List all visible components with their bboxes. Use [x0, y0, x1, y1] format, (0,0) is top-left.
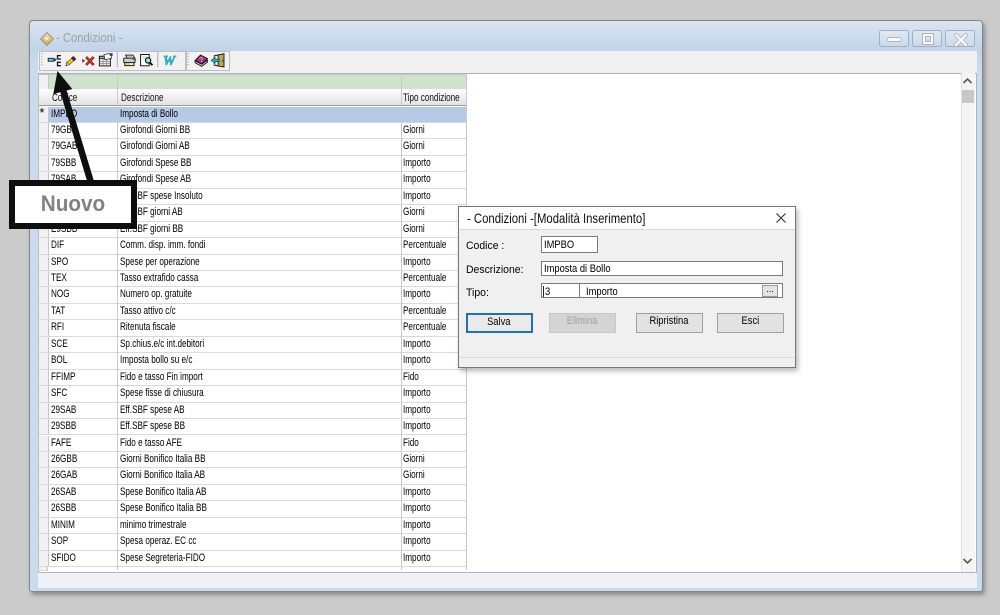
- svg-text:W: W: [162, 54, 176, 69]
